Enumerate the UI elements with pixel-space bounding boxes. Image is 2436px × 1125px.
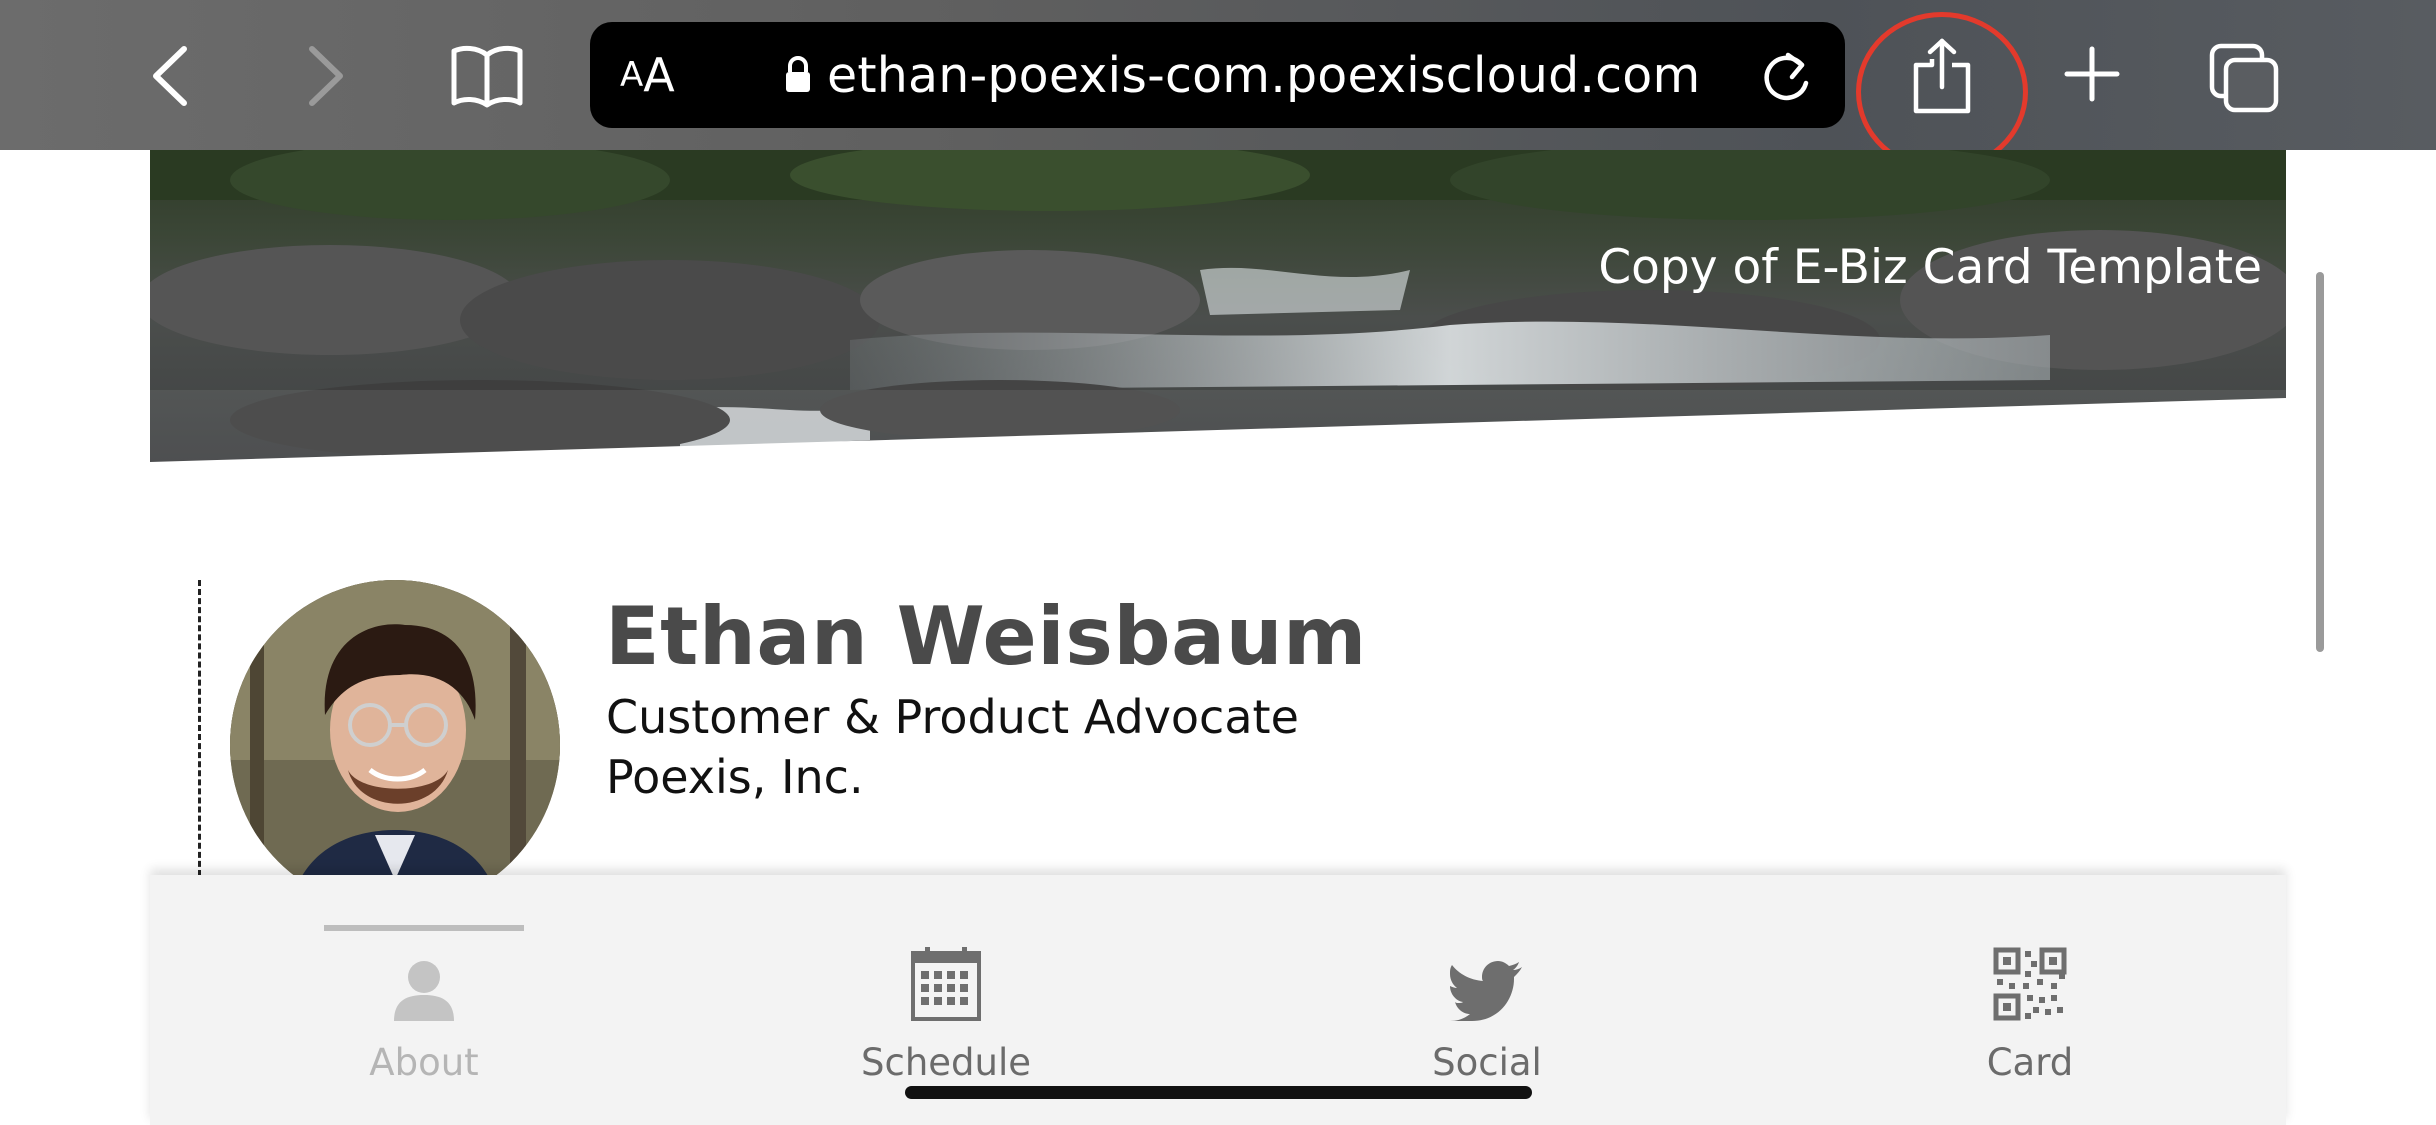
url-container[interactable]: ethan-poexis-com.poexiscloud.com (785, 22, 1700, 128)
nav-item-about[interactable]: About (294, 875, 554, 1125)
nav-label-card: Card (1986, 1041, 2074, 1084)
text-size-button[interactable]: AA (620, 22, 675, 128)
person-icon (394, 961, 454, 1021)
calendar-icon (911, 947, 981, 1021)
lock-icon (786, 56, 810, 92)
bookmarks-button[interactable] (442, 40, 532, 112)
hero-label: Copy of E-Biz Card Template (1598, 240, 2262, 295)
page-scrollbar[interactable] (2316, 272, 2324, 652)
address-bar[interactable]: AA ethan-poexis-com.poexiscloud.com (590, 22, 1845, 128)
twitter-bird-icon (1450, 961, 1522, 1021)
reload-button[interactable] (1760, 49, 1814, 110)
back-button[interactable] (140, 40, 200, 112)
reload-icon (1764, 52, 1809, 101)
qr-code-icon (1993, 947, 2067, 1021)
new-tab-button[interactable] (2062, 44, 2122, 104)
active-tab-indicator (324, 925, 524, 931)
profile-name: Ethan Weisbaum (605, 590, 1367, 683)
tabs-button[interactable] (2208, 42, 2280, 114)
nav-label-about: About (369, 1041, 479, 1084)
hero-banner: Copy of E-Biz Card Template (150, 150, 2286, 485)
profile-title: Customer & Product Advocate (606, 690, 1299, 744)
url-text: ethan-poexis-com.poexiscloud.com (827, 46, 1701, 104)
back-icon (153, 46, 187, 106)
avatar (230, 580, 560, 910)
profile-photo (230, 580, 560, 910)
bookmarks-icon (451, 45, 523, 108)
forward-button[interactable] (296, 40, 356, 112)
browser-toolbar: AA ethan-poexis-com.poexiscloud.com (0, 0, 2436, 172)
text-size-large-label: A (643, 48, 675, 102)
tabs-icon (2209, 43, 2279, 113)
plus-icon (2064, 46, 2120, 102)
nav-label-social: Social (1432, 1041, 1542, 1084)
forward-icon (309, 46, 343, 106)
text-size-small-label: A (620, 55, 644, 95)
share-highlight-circle (1856, 12, 2028, 172)
profile-company: Poexis, Inc. (606, 750, 864, 804)
waterfall-photo (150, 150, 2286, 485)
nav-item-card[interactable]: Card (1900, 875, 2160, 1125)
nav-label-schedule: Schedule (860, 1041, 1032, 1084)
home-indicator[interactable] (905, 1086, 1532, 1099)
